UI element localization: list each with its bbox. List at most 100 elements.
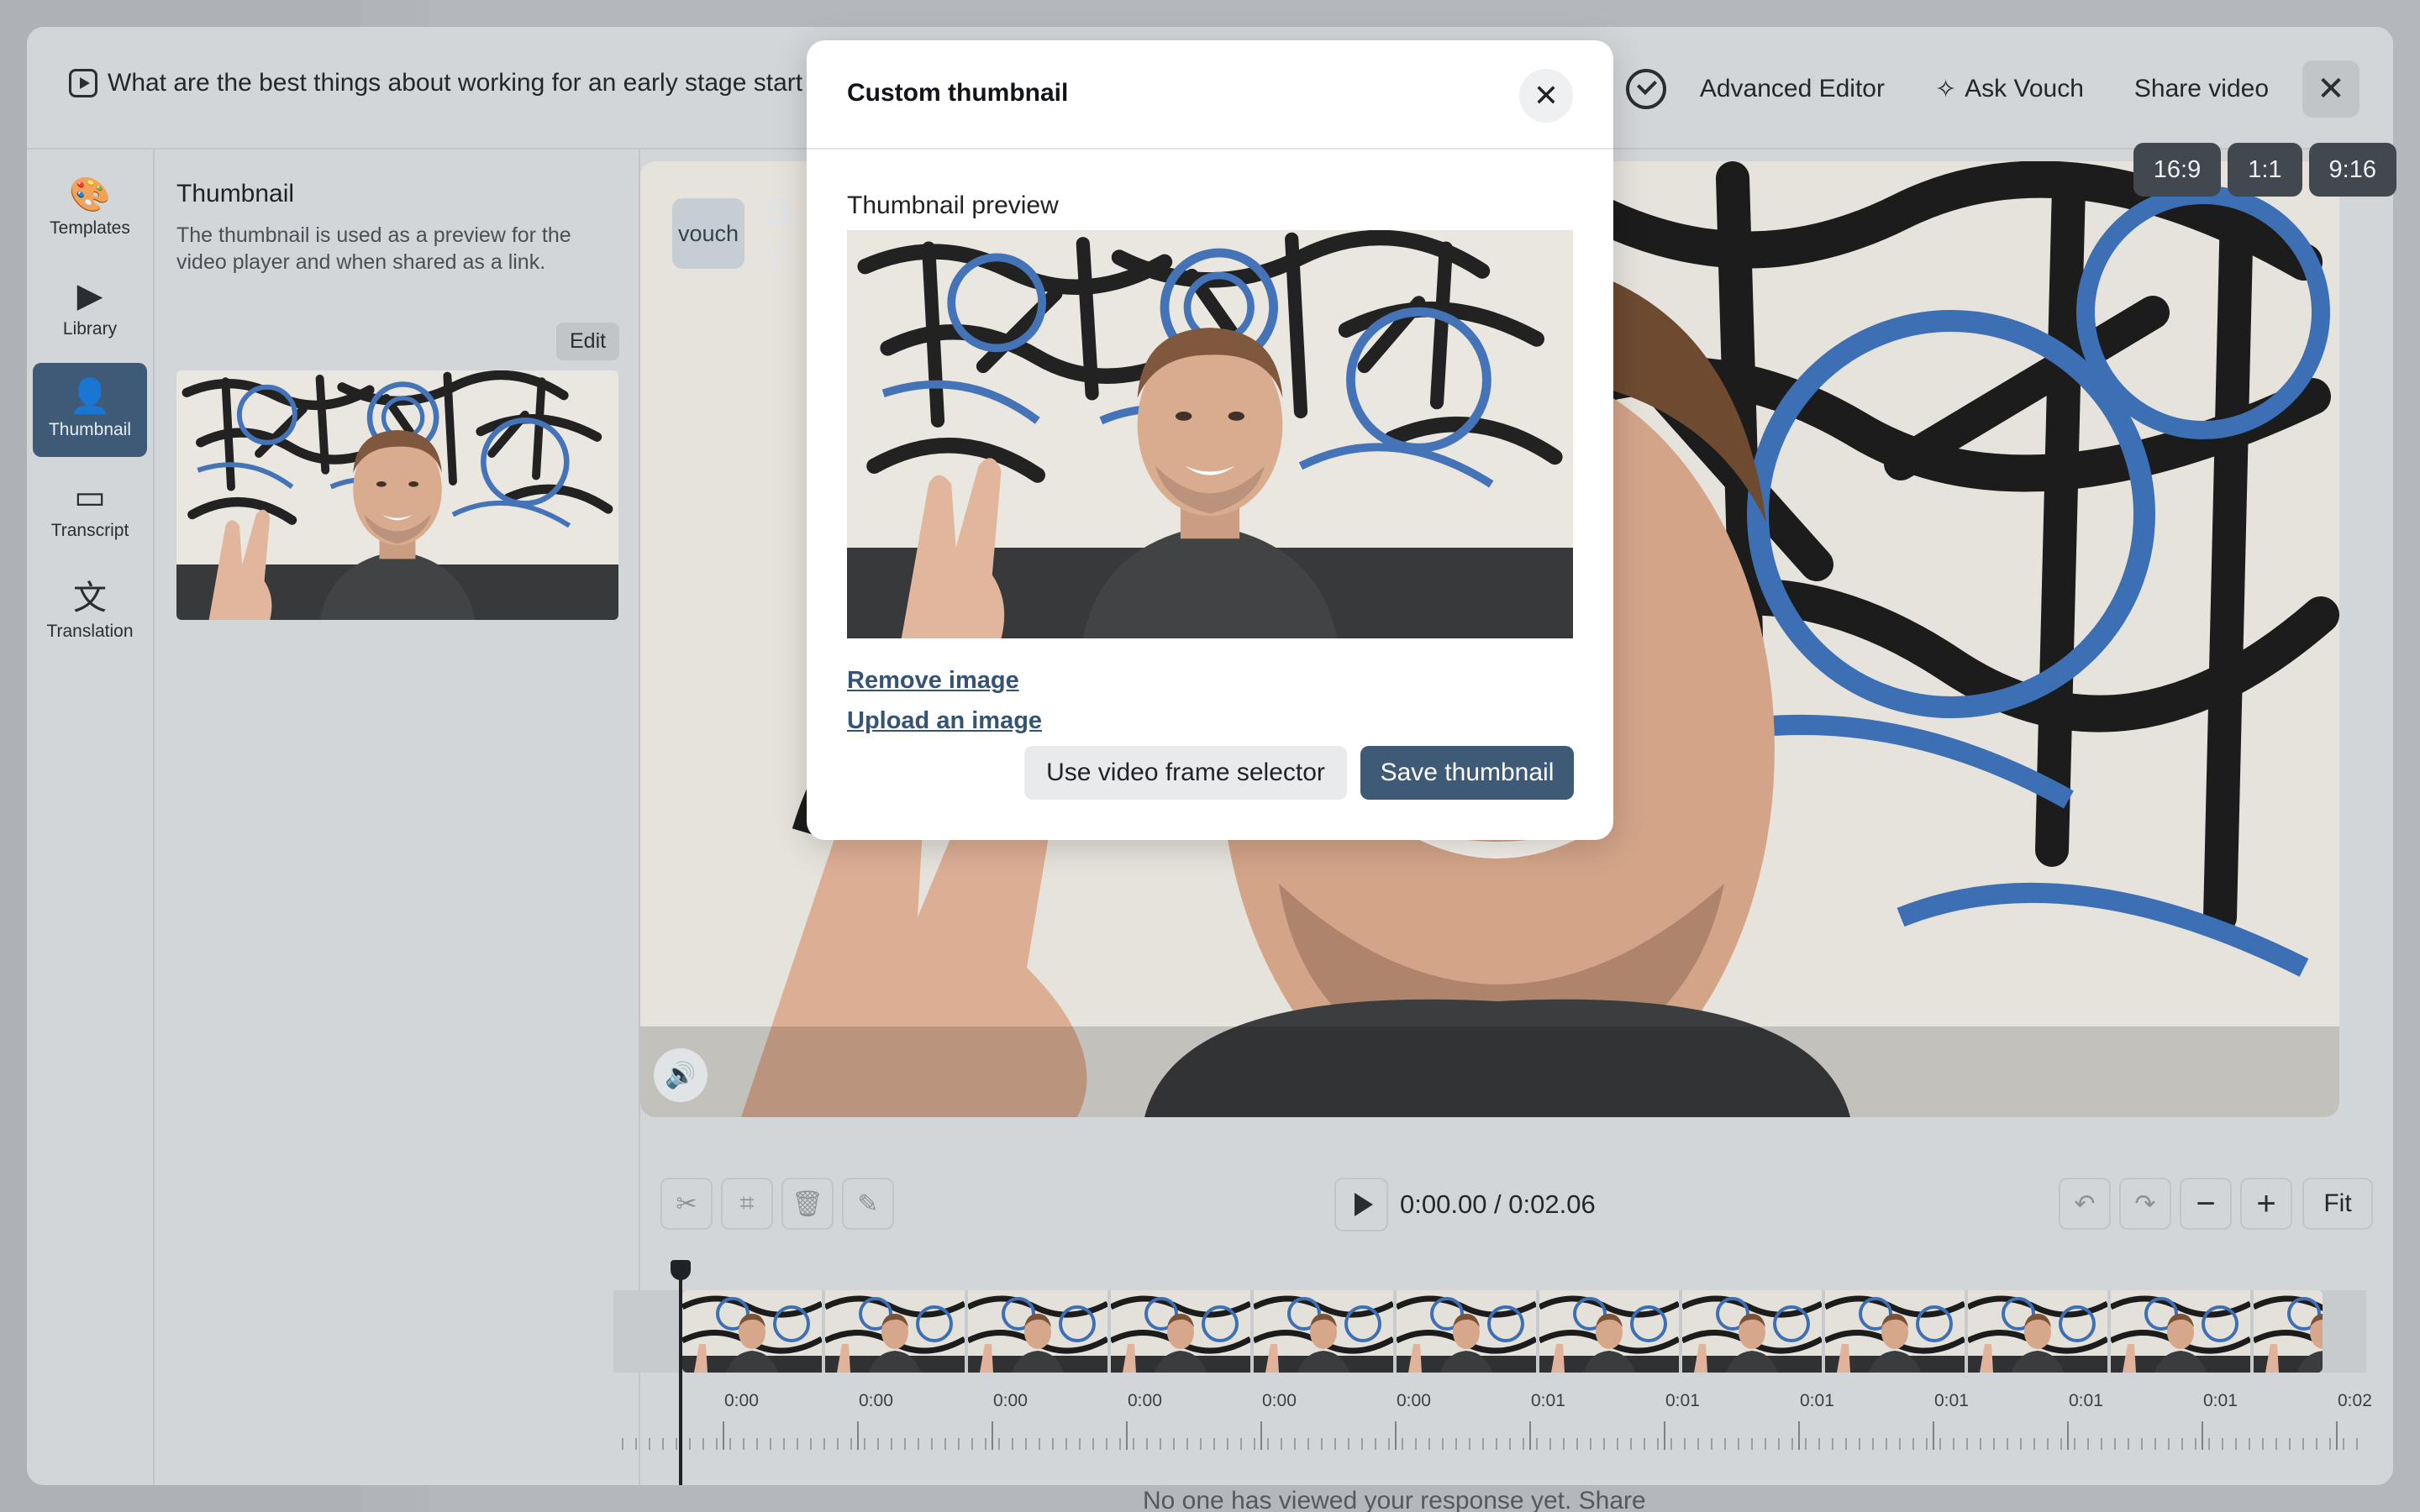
close-editor-button[interactable]: ✕ — [2302, 60, 2360, 118]
video-frame — [968, 1290, 1107, 1373]
edit-thumbnail-button[interactable]: Edit — [556, 323, 620, 360]
timeline-minor-tick — [1751, 1438, 1753, 1450]
remove-image-link[interactable]: Remove image — [847, 667, 1019, 695]
ratio-16-9-button[interactable]: 16:9 — [2133, 143, 2222, 197]
ratio-1-1-button[interactable]: 1:1 — [2228, 143, 2302, 197]
timeline-major-tick — [2067, 1421, 2069, 1450]
pencil-icon: ✎ — [857, 1189, 879, 1218]
timeline-minor-tick — [783, 1438, 785, 1450]
share-video-button[interactable]: Share video — [2118, 63, 2286, 115]
timeline-minor-tick — [1307, 1438, 1309, 1450]
timeline-minor-tick — [797, 1438, 798, 1450]
timeline-minor-tick — [1079, 1438, 1081, 1450]
timeline-minor-tick — [2101, 1438, 2102, 1450]
timeline-minor-tick — [904, 1438, 906, 1450]
sidebar-item-thumbnail[interactable]: 👤 Thumbnail — [33, 363, 147, 457]
timeline-minor-tick — [1039, 1438, 1040, 1450]
sidebar-item-templates[interactable]: 🎨 Templates — [33, 161, 147, 255]
timeline-minor-tick — [1482, 1438, 1484, 1450]
video-frame — [2111, 1290, 2250, 1373]
timeline-minor-tick — [1939, 1438, 1941, 1450]
sidebar-item-translation[interactable]: 文 Translation — [33, 564, 147, 659]
crop-icon: ⌗ — [739, 1189, 755, 1217]
timeline-minor-tick — [1523, 1438, 1524, 1450]
play-button[interactable] — [1334, 1178, 1388, 1231]
editor-sidebar: 🎨 Templates ▶ Library 👤 Thumbnail ▭ Tran… — [27, 150, 155, 1485]
ratio-9-16-button[interactable]: 9:16 — [2308, 143, 2396, 197]
timeline-minor-tick — [1146, 1438, 1148, 1450]
timeline-minor-tick — [2343, 1438, 2344, 1450]
timeline-minor-tick — [2289, 1438, 2291, 1450]
timeline-minor-tick — [1200, 1438, 1202, 1450]
timeline-minor-tick — [676, 1438, 677, 1450]
timeline-minor-tick — [729, 1438, 731, 1450]
timeline-minor-tick — [1684, 1438, 1686, 1450]
scissors-icon: ✂ — [676, 1189, 697, 1218]
delete-button[interactable]: 🗑 — [781, 1178, 834, 1230]
modal-title: Custom thumbnail — [847, 79, 1069, 107]
ask-vouch-button[interactable]: ✧ Ask Vouch — [1918, 63, 2101, 116]
timeline-major-tick — [1798, 1421, 1800, 1450]
sidebar-item-label: Transcript — [50, 521, 129, 540]
redo-button[interactable]: ↷ — [2119, 1178, 2171, 1230]
advanced-editor-button[interactable]: Advanced Editor — [1683, 63, 1902, 115]
timeline-minor-tick — [2141, 1438, 2143, 1450]
volume-button[interactable]: 🔊 — [654, 1048, 708, 1102]
playhead-handle[interactable] — [671, 1260, 691, 1280]
timeline-minor-tick — [1281, 1438, 1282, 1450]
undo-button[interactable]: ↶ — [2059, 1178, 2111, 1230]
timeline-major-tick — [992, 1421, 993, 1450]
check-circle-icon[interactable] — [1625, 69, 1666, 109]
modal-close-button[interactable]: ✕ — [1519, 69, 1573, 123]
timeline-minor-tick — [689, 1438, 691, 1450]
timeline-minor-tick — [1872, 1438, 1874, 1450]
timeline-minor-tick — [635, 1438, 637, 1450]
save-thumbnail-button[interactable]: Save thumbnail — [1360, 746, 1574, 800]
video-frame — [1682, 1290, 1822, 1373]
timeline-tick-label: 0:00 — [859, 1391, 893, 1410]
timeline-minor-tick — [1402, 1438, 1403, 1450]
video-frame-selector-button[interactable]: Use video frame selector — [1024, 746, 1347, 800]
timeline-minor-tick — [2060, 1438, 2062, 1450]
timeline-minor-tick — [1791, 1438, 1793, 1450]
timeline-minor-tick — [1563, 1438, 1565, 1450]
current-thumbnail-image[interactable] — [176, 370, 618, 620]
playhead[interactable] — [679, 1273, 682, 1485]
modal-header: Custom thumbnail ✕ — [807, 40, 1613, 150]
undo-icon: ↶ — [2074, 1189, 2096, 1218]
sidebar-item-transcript[interactable]: ▭ Transcript — [33, 464, 147, 558]
timeline-minor-tick — [1361, 1438, 1363, 1450]
palette-icon: 🎨 — [69, 176, 111, 213]
overlay-text: V — [765, 237, 787, 274]
timeline-minor-tick — [823, 1438, 825, 1450]
timeline-minor-tick — [1805, 1438, 1807, 1450]
timeline-minor-tick — [1778, 1438, 1780, 1450]
timeline-minor-tick — [1375, 1438, 1376, 1450]
translate-icon: 文 — [73, 580, 107, 617]
topbar-actions: Advanced Editor ✧ Ask Vouch Share video ✕ — [1625, 60, 2360, 118]
timeline-minor-tick — [1886, 1438, 1887, 1450]
transcript-icon: ▭ — [74, 479, 106, 516]
split-button[interactable]: ✂ — [660, 1178, 713, 1230]
edit-button[interactable]: ✎ — [842, 1178, 894, 1230]
timeline-tick-label: 0:01 — [2203, 1391, 2238, 1410]
timeline-minor-tick — [1496, 1438, 1497, 1450]
crop-button[interactable]: ⌗ — [721, 1178, 773, 1230]
timeline-minor-tick — [1321, 1438, 1323, 1450]
video-frame — [1539, 1290, 1679, 1373]
timeline-minor-tick — [1133, 1438, 1134, 1450]
zoom-out-button[interactable]: − — [2180, 1178, 2232, 1230]
timeline-major-tick — [1529, 1421, 1531, 1450]
zoom-in-button[interactable]: + — [2240, 1178, 2292, 1230]
fit-button[interactable]: Fit — [2302, 1178, 2373, 1230]
advanced-editor-label: Advanced Editor — [1699, 75, 1885, 102]
library-icon: ▶ — [76, 277, 103, 314]
timeline-ruler[interactable]: 0:00 0:00 0:00 0:00 0:00 0:00 0:01 0:01 0:01 0:01… — [613, 1386, 2372, 1462]
video-frame-strip[interactable] — [682, 1290, 2323, 1373]
video-frame — [1397, 1290, 1536, 1373]
timeline-major-tick — [857, 1421, 859, 1450]
timeline-minor-tick — [1576, 1438, 1578, 1450]
timeline-minor-tick — [1980, 1438, 1981, 1450]
upload-image-link[interactable]: Upload an image — [847, 707, 1042, 735]
sidebar-item-library[interactable]: ▶ Library — [33, 262, 147, 356]
